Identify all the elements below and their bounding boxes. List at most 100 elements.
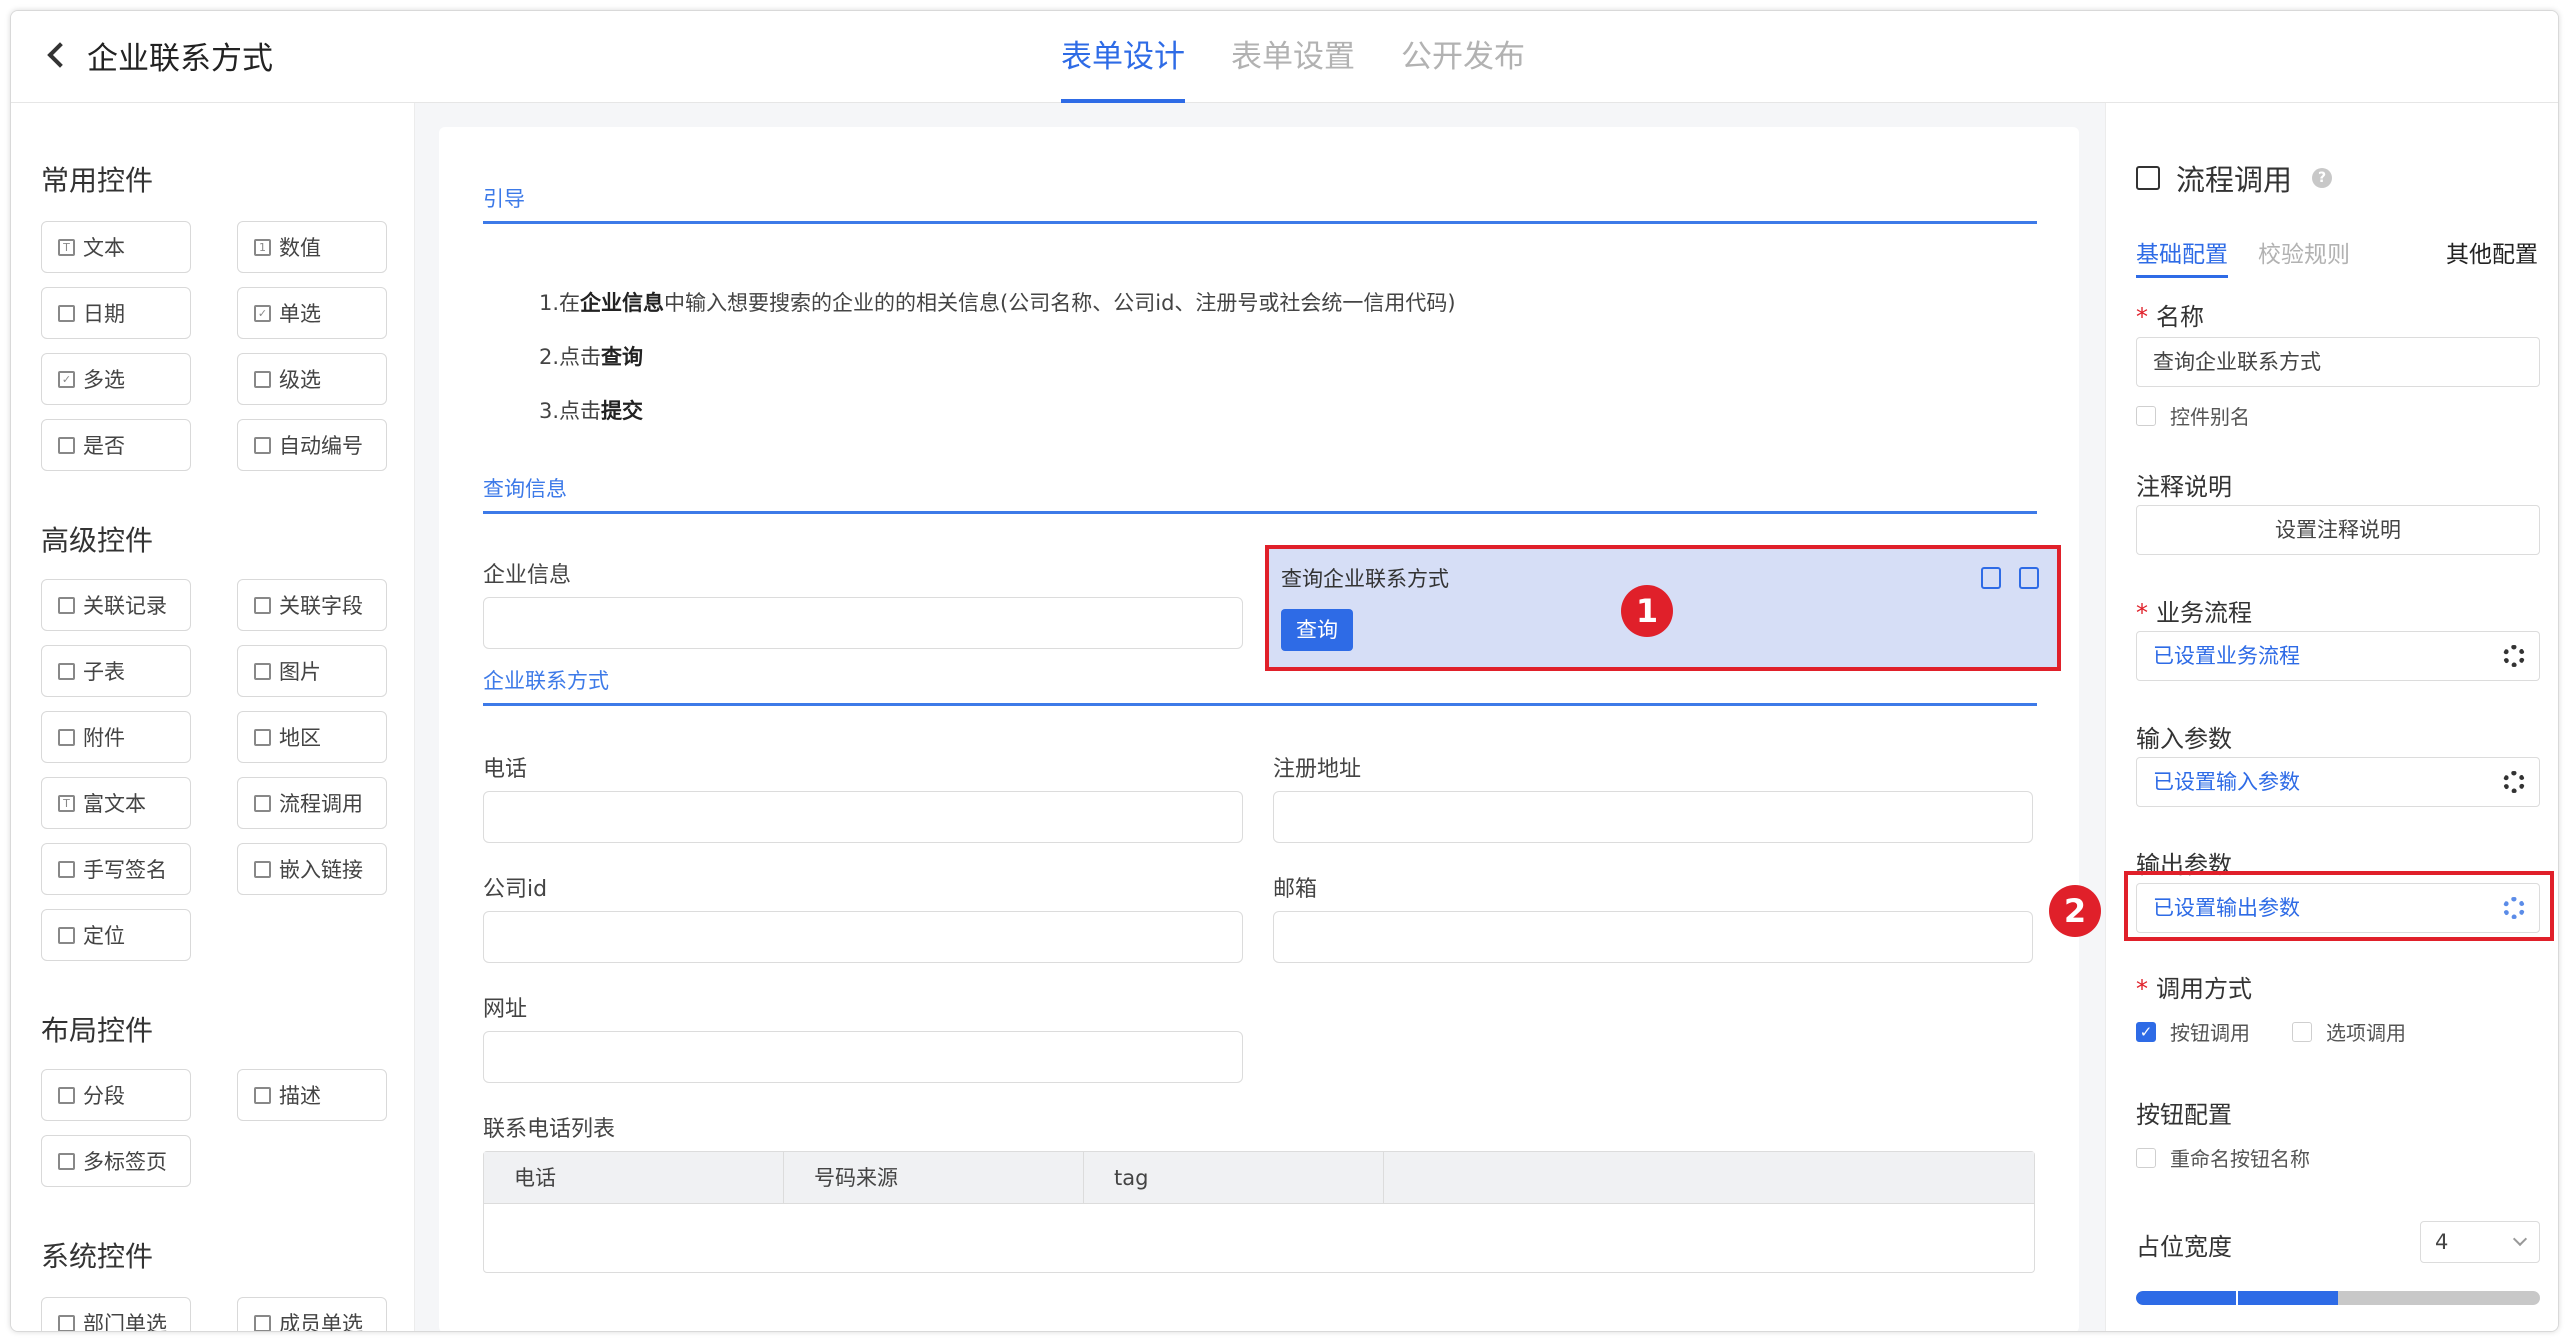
input-params-value[interactable]: 已设置输入参数 (2153, 770, 2300, 794)
ctrl-label: 单选 (279, 302, 321, 326)
ctrl-dept-select[interactable]: 部门单选 (41, 1297, 191, 1331)
ctrl-cascade[interactable]: 级选 (237, 353, 387, 405)
delete-icon[interactable] (2019, 567, 2039, 589)
flow-value[interactable]: 已设置业务流程 (2153, 644, 2300, 668)
ctrl-date[interactable]: 日期 (41, 287, 191, 339)
guide-text: 2.点击 (539, 345, 602, 369)
rename-row: 重命名按钮名称 (2136, 1143, 2310, 1172)
panel-title: 流程调用 (2176, 163, 2293, 197)
process-icon (254, 794, 271, 812)
top-bar: 企业联系方式 表单设计 表单设置 公开发布 (11, 11, 2558, 103)
gear-icon[interactable] (2503, 645, 2525, 667)
column-phone: 电话 (484, 1152, 784, 1203)
width-slider-divider (2236, 1291, 2238, 1305)
group-title-common: 常用控件 (41, 164, 154, 197)
ctrl-autonum[interactable]: 自动编号 (237, 419, 387, 471)
ctrl-number[interactable]: 1 数值 (237, 221, 387, 273)
set-note-button[interactable]: 设置注释说明 (2136, 505, 2540, 555)
company-id-input[interactable] (483, 911, 1243, 963)
tab-publish[interactable]: 公开发布 (1401, 11, 1525, 103)
ctrl-label: 流程调用 (279, 792, 363, 816)
table-icon (58, 662, 75, 680)
call-mode-label-text: 调用方式 (2156, 975, 2252, 1003)
text-icon: T (58, 238, 75, 256)
output-params-value[interactable]: 已设置输出参数 (2153, 896, 2300, 920)
website-input[interactable] (483, 1031, 1243, 1083)
phone-label: 电话 (483, 757, 528, 782)
rename-checkbox[interactable] (2136, 1147, 2156, 1168)
tab-basic-config[interactable]: 基础配置 (2136, 235, 2228, 278)
ctrl-multi-tab[interactable]: 多标签页 (41, 1135, 191, 1187)
ctrl-attachment[interactable]: 附件 (41, 711, 191, 763)
ctrl-radio[interactable]: ✓ 单选 (237, 287, 387, 339)
phone-input[interactable] (483, 791, 1243, 843)
ctrl-text[interactable]: T 文本 (41, 221, 191, 273)
ctrl-location[interactable]: 定位 (41, 909, 191, 961)
alias-row: 控件别名 (2136, 401, 2250, 430)
tab-validation[interactable]: 校验规则 (2258, 235, 2350, 275)
name-input[interactable]: 查询企业联系方式 (2136, 337, 2540, 387)
section-guide: 引导 (483, 183, 2037, 224)
copy-icon[interactable] (1981, 567, 2001, 589)
ctrl-member-select[interactable]: 成员单选 (237, 1297, 387, 1332)
flow-field[interactable]: 已设置业务流程 (2136, 631, 2540, 681)
required-mark: * (2136, 975, 2148, 1003)
panel-title-row: 流程调用 ? (2136, 157, 2333, 199)
ctrl-section[interactable]: 分段 (41, 1069, 191, 1121)
company-info-input[interactable] (483, 597, 1243, 649)
guide-line-1: 1.在企业信息中输入想要搜索的企业的的相关信息(公司名称、公司id、注册号或社会… (539, 287, 1456, 317)
ctrl-description[interactable]: 描述 (237, 1069, 387, 1121)
phone-list-table[interactable]: 电话 号码来源 tag (483, 1151, 2035, 1273)
ctrl-multi[interactable]: ✓ 多选 (41, 353, 191, 405)
ctrl-yesno[interactable]: 是否 (41, 419, 191, 471)
help-icon[interactable]: ? (2312, 168, 2333, 188)
email-label: 邮箱 (1273, 877, 1318, 902)
output-params-field[interactable]: 已设置输出参数 (2136, 883, 2540, 933)
required-mark: * (2136, 599, 2148, 627)
ctrl-link-record[interactable]: 关联记录 (41, 579, 191, 631)
tab-form-design[interactable]: 表单设计 (1061, 11, 1185, 103)
option-call-checkbox[interactable] (2292, 1021, 2312, 1042)
selected-widget-query[interactable]: 查询企业联系方式 查询 1 (1265, 545, 2061, 671)
attachment-icon (58, 728, 75, 746)
ctrl-signature[interactable]: 手写签名 (41, 843, 191, 895)
width-slider[interactable] (2136, 1291, 2540, 1305)
guide-text: 3.点击 (539, 399, 602, 423)
ctrl-label: 定位 (83, 924, 125, 948)
query-button[interactable]: 查询 (1281, 609, 1353, 651)
tab-form-settings[interactable]: 表单设置 (1231, 11, 1355, 103)
ctrl-label: 描述 (279, 1084, 321, 1108)
required-mark: * (2136, 303, 2148, 331)
ctrl-region[interactable]: 地区 (237, 711, 387, 763)
department-icon (58, 1314, 75, 1331)
address-input[interactable] (1273, 791, 2033, 843)
gear-icon[interactable] (2503, 897, 2525, 919)
ctrl-embed-link[interactable]: 嵌入链接 (237, 843, 387, 895)
cascade-icon (254, 370, 271, 388)
ctrl-process-call[interactable]: 流程调用 (237, 777, 387, 829)
email-input[interactable] (1273, 911, 2033, 963)
ctrl-link-field[interactable]: 关联字段 (237, 579, 387, 631)
input-params-field[interactable]: 已设置输入参数 (2136, 757, 2540, 807)
link-field-icon (254, 596, 271, 614)
alias-checkbox[interactable] (2136, 405, 2156, 426)
width-select[interactable]: 4 (2420, 1221, 2540, 1263)
checkbox-icon: ✓ (254, 304, 271, 322)
ctrl-label: 关联字段 (279, 594, 363, 618)
back-button[interactable]: 企业联系方式 (41, 35, 273, 77)
ctrl-image[interactable]: 图片 (237, 645, 387, 697)
ctrl-label: 成员单选 (279, 1312, 363, 1332)
ctrl-label: 嵌入链接 (279, 858, 363, 882)
ctrl-richtext[interactable]: T 富文本 (41, 777, 191, 829)
step-badge-1: 1 (1621, 585, 1673, 637)
tab-other-config[interactable]: 其他配置 (2446, 235, 2538, 275)
call-mode-label: * 调用方式 (2136, 969, 2252, 1004)
button-call-checkbox[interactable]: ✓ (2136, 1021, 2156, 1042)
multi-check-icon: ✓ (58, 370, 75, 388)
ctrl-subtable[interactable]: 子表 (41, 645, 191, 697)
gear-icon[interactable] (2503, 771, 2525, 793)
guide-bold: 查询 (601, 345, 644, 369)
signature-icon (58, 860, 75, 878)
width-label: 占位宽度 (2136, 1233, 2232, 1261)
group-title-advanced: 高级控件 (41, 524, 154, 557)
